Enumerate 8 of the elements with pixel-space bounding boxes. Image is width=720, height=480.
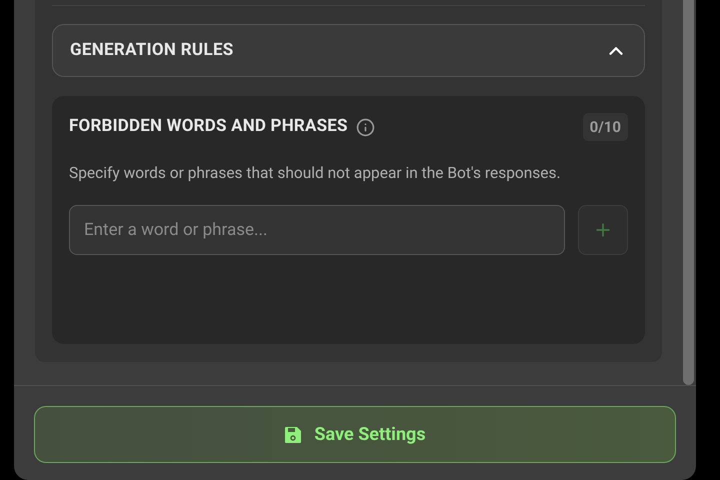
card-description: Specify words or phrases that should not appear in the Bot's responses.	[69, 163, 562, 184]
scrollbar[interactable]	[683, 0, 694, 385]
info-icon[interactable]	[356, 118, 375, 136]
accordion-header[interactable]: GENERATION RULES	[52, 24, 645, 77]
word-input-field[interactable]: Enter a word or phrase...	[69, 205, 565, 256]
card-title: FORBIDDEN WORDS AND PHRASES	[69, 115, 348, 138]
save-settings-button[interactable]: Save Settings	[34, 406, 676, 463]
count-badge: 0/10	[582, 112, 628, 142]
